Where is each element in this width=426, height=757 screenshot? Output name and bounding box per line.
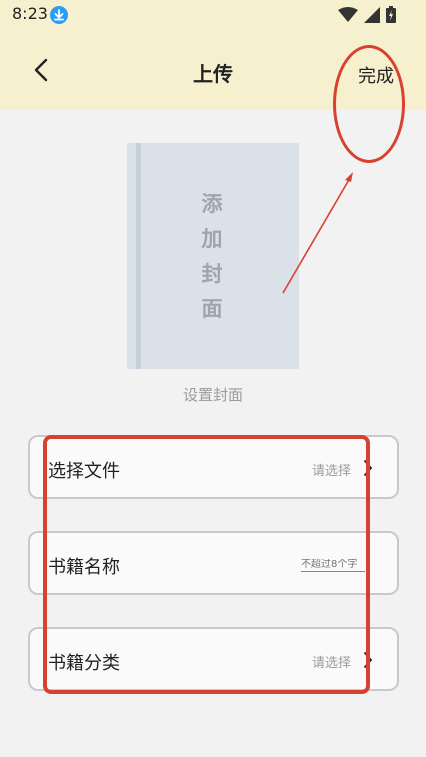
status-bar: 8:23 <box>0 0 426 30</box>
cover-spine <box>136 143 141 369</box>
wifi-icon <box>338 6 358 22</box>
cover-image-picker[interactable]: 添加封面 <box>127 143 299 369</box>
cover-caption[interactable]: 设置封面 <box>0 384 426 405</box>
status-icons <box>338 6 396 23</box>
download-icon <box>50 6 68 24</box>
cover-placeholder-text: 添加封面 <box>201 192 225 321</box>
annotation-rectangle <box>43 435 370 694</box>
signal-icon <box>364 6 380 23</box>
battery-icon <box>386 6 396 23</box>
annotation-ellipse <box>333 45 405 163</box>
status-time: 8:23 <box>12 4 48 23</box>
